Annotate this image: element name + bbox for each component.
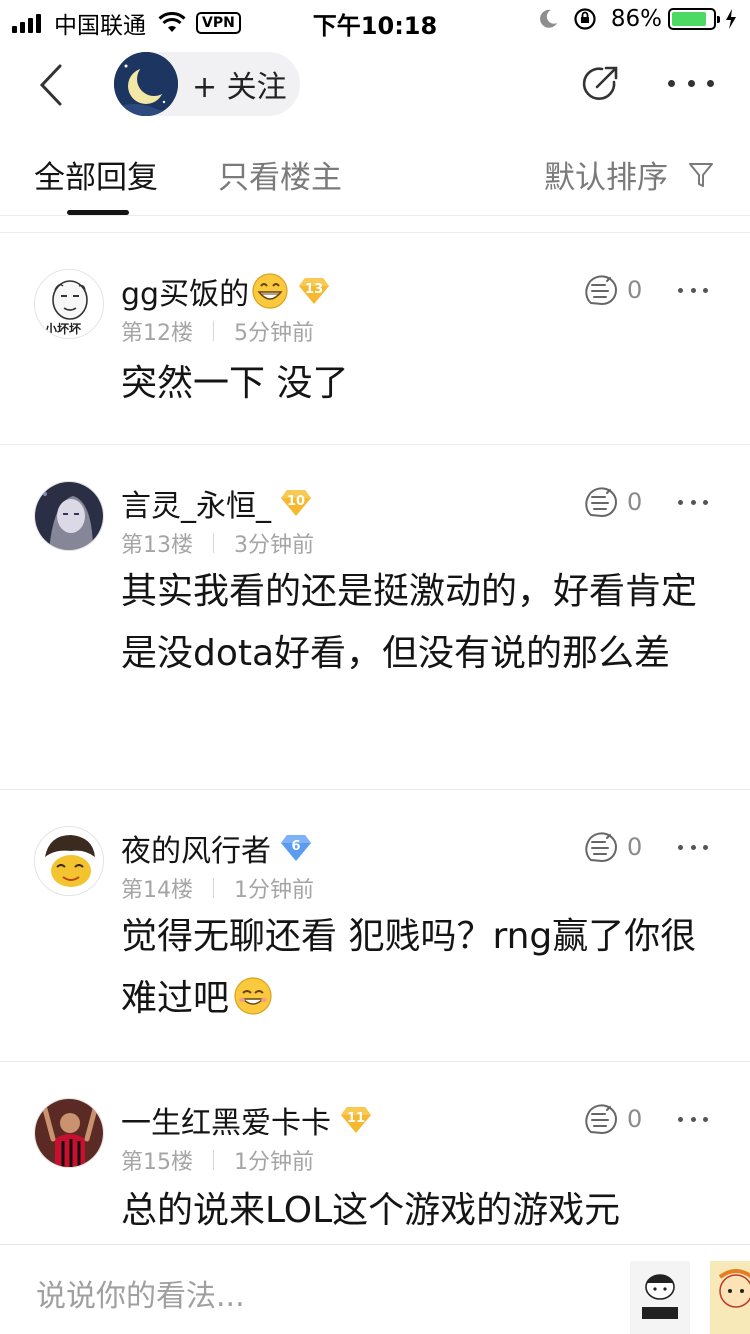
tab-active-indicator	[67, 210, 129, 215]
like-button[interactable]: 0	[583, 273, 642, 307]
sticker-thumbnail[interactable]	[710, 1261, 750, 1334]
comment-more-icon[interactable]	[678, 842, 708, 852]
back-chevron-icon[interactable]	[30, 60, 80, 110]
comment-author-name[interactable]: gg买饭的	[121, 269, 249, 313]
avatar[interactable]	[34, 1098, 104, 1168]
comment-more-icon[interactable]	[678, 1114, 708, 1124]
share-icon[interactable]	[578, 62, 622, 106]
floor-number: 第15楼	[121, 1150, 193, 1175]
battery-icon	[668, 8, 720, 30]
tab-owner-only[interactable]: 只看楼主	[218, 152, 342, 197]
reply-tabs: 全部回复 只看楼主 默认排序	[0, 130, 750, 216]
avatar[interactable]	[34, 826, 104, 896]
reply-bar: 说说你的看法...	[0, 1244, 750, 1334]
like-icon	[585, 1104, 618, 1135]
like-button[interactable]: 0	[583, 1102, 642, 1136]
follow-label: + 关注	[192, 70, 287, 105]
comment-time: 3分钟前	[234, 533, 314, 558]
smile-emoji-icon	[234, 977, 272, 1015]
like-count: 0	[627, 276, 643, 304]
level-number: 10	[286, 494, 306, 509]
like-count: 0	[627, 833, 643, 861]
like-button[interactable]: 0	[583, 830, 642, 864]
level-number: 13	[305, 282, 324, 297]
comment-item: 小坏坏 gg买饭的 13 第12楼 5分钟前 突然一下 没了 0	[0, 233, 750, 445]
like-icon	[585, 275, 618, 306]
level-number: 11	[346, 1111, 366, 1126]
comment-item: 夜的风行者 6 第14楼 1分钟前 觉得无聊还看 犯贱吗？rng赢了你很难过吧 …	[0, 790, 750, 1062]
comment-more-icon[interactable]	[678, 285, 708, 295]
lock-rotation-icon	[574, 8, 596, 30]
level-badge-icon: 13	[297, 276, 331, 306]
like-button[interactable]: 0	[583, 485, 642, 519]
nav-bar: + 关注	[0, 40, 750, 130]
sticker-thumbnail[interactable]	[630, 1261, 690, 1334]
grin-emoji-icon	[252, 273, 288, 309]
comment-author-row: gg买饭的 13	[121, 269, 331, 313]
comment-meta: 第13楼 3分钟前	[121, 527, 314, 559]
level-badge-icon: 10	[279, 488, 313, 518]
floor-number: 第14楼	[121, 878, 193, 903]
comment-text-block: 觉得无聊还看 犯贱吗？rng赢了你很难过吧	[121, 906, 711, 1030]
author-avatar[interactable]	[114, 52, 178, 116]
like-count: 0	[627, 488, 643, 516]
comment-author-row: 夜的风行者 6	[121, 826, 313, 870]
level-badge-icon: 11	[339, 1105, 373, 1135]
like-count: 0	[627, 1105, 643, 1133]
comment-more-icon[interactable]	[678, 497, 708, 507]
comment-text: 突然一下 没了	[121, 363, 349, 404]
follow-button[interactable]: + 关注	[114, 52, 300, 116]
comment-meta: 第15楼 1分钟前	[121, 1144, 314, 1176]
status-right: 86%	[537, 6, 738, 32]
reply-input[interactable]: 说说你的看法...	[36, 1271, 245, 1315]
tab-all-replies[interactable]: 全部回复	[34, 152, 158, 197]
comment-text: 觉得无聊还看 犯贱吗？rng赢了你很难过吧	[121, 916, 697, 1019]
floor-number: 第12楼	[121, 321, 193, 346]
comment-author-row: 一生红黑爱卡卡 11	[121, 1098, 373, 1142]
battery-percent: 86%	[610, 6, 662, 32]
status-bar: 中国联通 VPN 下午10:18 86%	[0, 0, 750, 40]
floor-number: 第13楼	[121, 533, 193, 558]
avatar-caption: 小坏坏	[45, 322, 82, 336]
like-icon	[585, 832, 618, 863]
level-badge-icon: 6	[279, 833, 313, 863]
avatar[interactable]	[34, 481, 104, 551]
like-icon	[585, 487, 618, 518]
more-icon[interactable]	[668, 68, 714, 98]
sort-label: 默认排序	[544, 160, 668, 196]
level-number: 6	[291, 839, 301, 854]
comment-author-name[interactable]: 言灵_永恒_	[121, 481, 271, 525]
comment-time: 5分钟前	[234, 321, 314, 346]
comment-meta: 第12楼 5分钟前	[121, 315, 314, 347]
filter-icon	[689, 162, 713, 187]
comment-meta: 第14楼 1分钟前	[121, 872, 314, 904]
sort-dropdown[interactable]: 默认排序	[544, 152, 714, 197]
comment-item: 言灵_永恒_ 10 第13楼 3分钟前 其实我看的还是挺激动的，好看肯定是没do…	[0, 445, 750, 790]
comment-author-row: 言灵_永恒_ 10	[121, 481, 313, 525]
comment-text: 其实我看的还是挺激动的，好看肯定是没dota好看，但没有说的那么差	[121, 571, 698, 674]
comment-text: 总的说来LOL这个游戏的游戏元	[121, 1190, 621, 1231]
comment-time: 1分钟前	[234, 1150, 314, 1175]
comment-author-name[interactable]: 一生红黑爱卡卡	[121, 1098, 331, 1142]
charging-icon	[726, 9, 736, 29]
comment-author-name[interactable]: 夜的风行者	[121, 826, 271, 870]
avatar[interactable]: 小坏坏	[34, 269, 104, 339]
comment-item: 一生红黑爱卡卡 11 第15楼 1分钟前 总的说来LOL这个游戏的游戏元 0	[0, 1062, 750, 1244]
comment-time: 1分钟前	[234, 878, 314, 903]
moon-icon	[539, 9, 557, 28]
